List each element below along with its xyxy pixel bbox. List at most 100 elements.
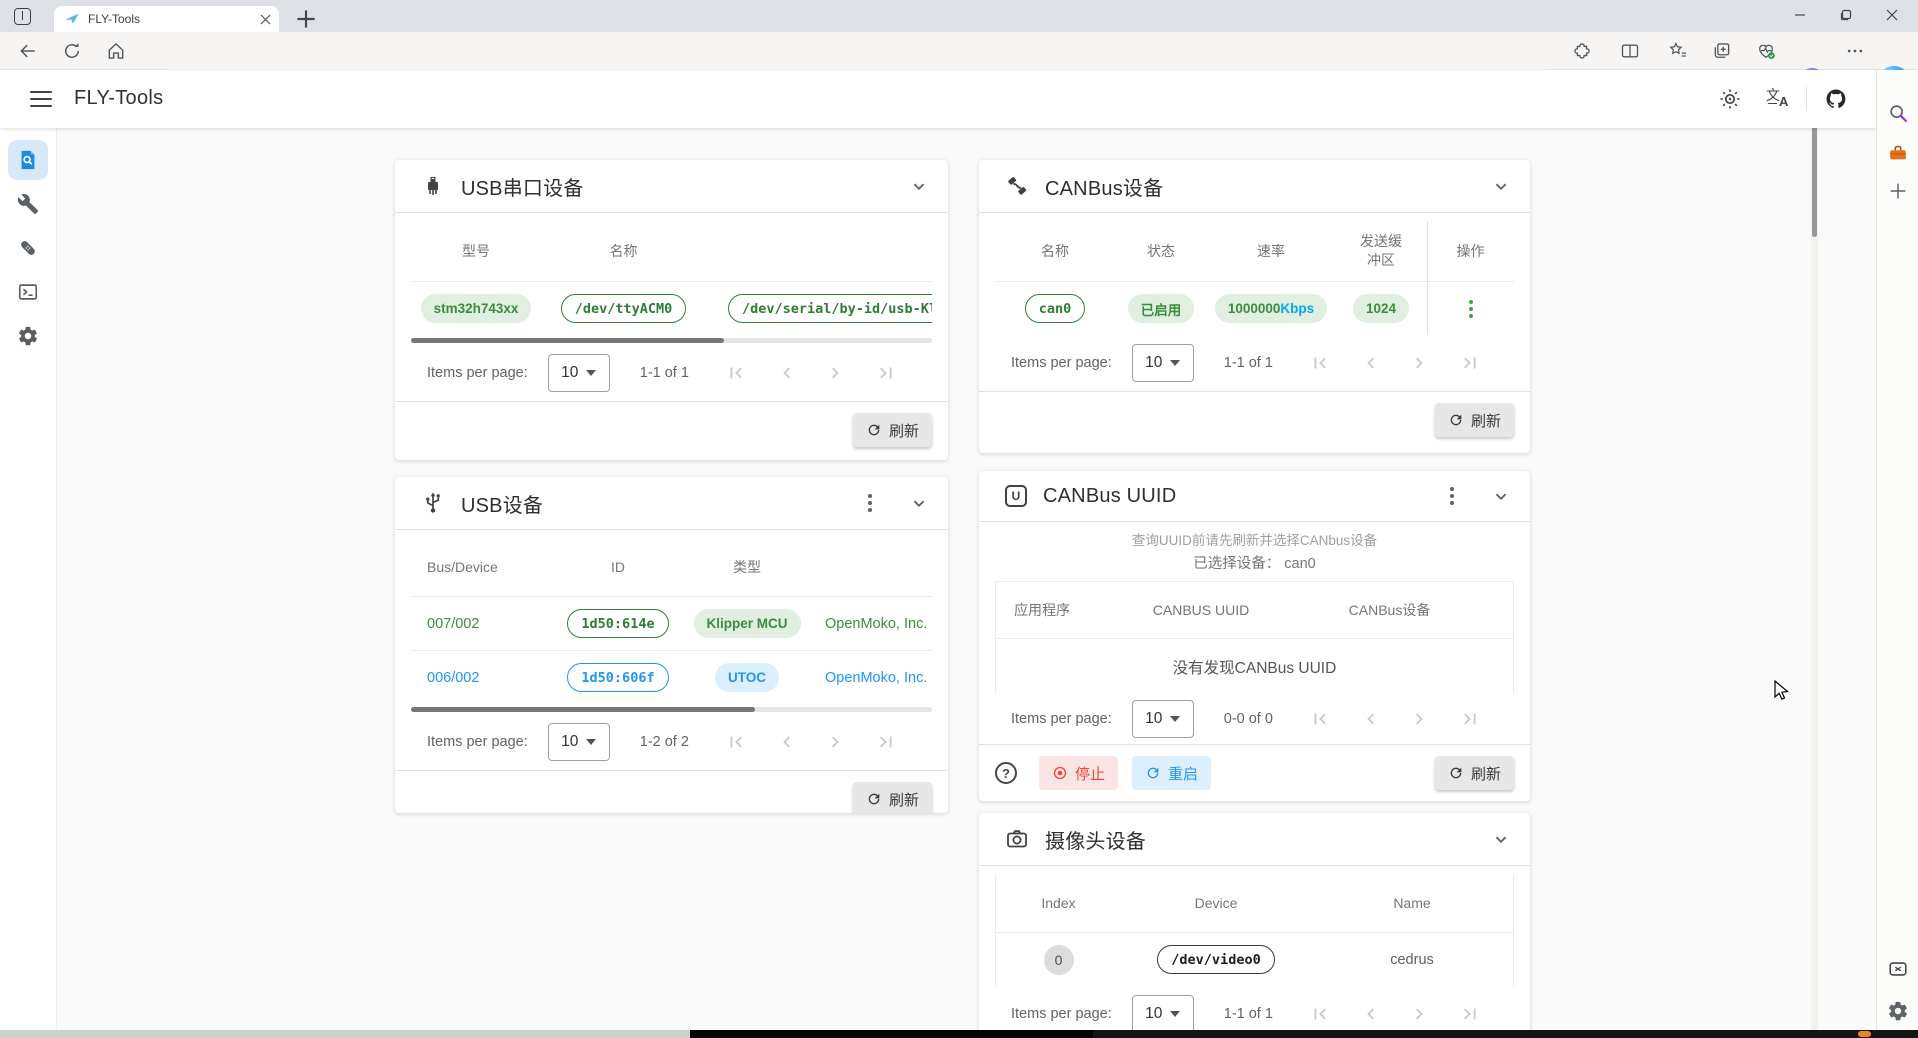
taskbar-notification-icon xyxy=(1858,1031,1871,1037)
back-icon[interactable] xyxy=(18,41,38,61)
rail-item-settings[interactable] xyxy=(8,316,48,356)
last-page-icon[interactable] xyxy=(1459,352,1481,374)
prev-page-icon[interactable] xyxy=(775,362,797,384)
rail-item-firmware[interactable] xyxy=(8,228,48,268)
next-page-icon[interactable] xyxy=(825,362,847,384)
card-kebab-icon[interactable] xyxy=(1440,484,1464,508)
prev-page-icon[interactable] xyxy=(1359,352,1381,374)
next-page-icon[interactable] xyxy=(1409,708,1431,730)
menu-icon[interactable] xyxy=(30,91,52,107)
theme-sun-icon[interactable] xyxy=(1718,87,1742,111)
rate-chip: 1000000Kbps xyxy=(1215,294,1327,323)
refresh-button[interactable]: 刷新 xyxy=(1435,403,1514,437)
card-kebab-icon[interactable] xyxy=(858,491,882,515)
items-per-page-label: Items per page: xyxy=(427,734,528,750)
browser-essentials-icon[interactable] xyxy=(1756,41,1776,61)
horizontal-scrollbar[interactable] xyxy=(411,338,932,343)
uuid-hint: 查询UUID前请先刷新并选择CANbus设备 xyxy=(979,529,1530,549)
next-page-icon[interactable] xyxy=(1409,352,1431,374)
page-size-select[interactable]: 10 xyxy=(1132,700,1194,738)
home-icon[interactable] xyxy=(106,41,126,61)
add-sidebar-icon[interactable] xyxy=(1887,180,1909,202)
first-page-icon[interactable] xyxy=(725,362,747,384)
reload-icon[interactable] xyxy=(62,41,82,61)
settings-more-icon[interactable] xyxy=(1845,41,1865,61)
card-title: USB串口设备 xyxy=(461,172,908,201)
rail-item-device-search[interactable] xyxy=(8,140,48,180)
vendor: OpenMoko, Inc. s xyxy=(807,616,932,632)
first-page-icon[interactable] xyxy=(1309,352,1331,374)
minimize-icon[interactable] xyxy=(1780,0,1820,30)
next-page-icon[interactable] xyxy=(1409,1003,1431,1025)
maximize-icon[interactable] xyxy=(1826,0,1866,30)
card-usb-serial-header[interactable]: USB串口设备 xyxy=(395,160,948,212)
page-size-select[interactable]: 10 xyxy=(548,354,610,392)
first-page-icon[interactable] xyxy=(1309,708,1331,730)
card-canbus-header[interactable]: CANBus设备 xyxy=(979,160,1530,212)
rail-item-tools[interactable] xyxy=(8,184,48,224)
restart-button[interactable]: 重启 xyxy=(1132,756,1211,790)
refresh-button[interactable]: 刷新 xyxy=(853,413,932,447)
horizontal-scrollbar[interactable] xyxy=(411,707,932,712)
items-per-page-label: Items per page: xyxy=(427,365,528,381)
row-actions-kebab-icon[interactable] xyxy=(1459,297,1483,321)
app-title: FLY-Tools xyxy=(74,87,163,110)
can-name-chip: can0 xyxy=(1025,294,1086,323)
last-page-icon[interactable] xyxy=(875,731,897,753)
rail-item-terminal[interactable] xyxy=(8,272,48,312)
card-camera-header[interactable]: 摄像头设备 xyxy=(979,813,1530,865)
help-icon[interactable]: ? xyxy=(995,762,1017,784)
page-size-select[interactable]: 10 xyxy=(1132,344,1194,382)
close-window-icon[interactable] xyxy=(1872,0,1912,30)
prev-page-icon[interactable] xyxy=(1359,708,1381,730)
new-tab-icon[interactable] xyxy=(296,9,316,29)
camera-icon xyxy=(1005,827,1029,851)
browser-tab[interactable]: FLY-Tools xyxy=(54,6,279,32)
chevron-down-icon[interactable] xyxy=(908,175,930,197)
toolbox-icon[interactable] xyxy=(1887,142,1909,164)
github-icon[interactable] xyxy=(1824,87,1848,111)
page-range: 1-1 of 1 xyxy=(1224,355,1273,371)
prev-page-icon[interactable] xyxy=(1359,1003,1381,1025)
close-tab-icon[interactable] xyxy=(260,14,271,25)
selected-device: 已选择设备： can0 xyxy=(979,552,1530,573)
chevron-down-icon[interactable] xyxy=(1490,828,1512,850)
canbus-cable-icon xyxy=(1005,174,1029,198)
next-page-icon[interactable] xyxy=(825,731,847,753)
col-rate: 速率 xyxy=(1207,241,1335,261)
card-canbus-uuid-header[interactable]: U CANBus UUID xyxy=(979,471,1530,521)
wrench-icon xyxy=(17,193,39,215)
card-usb-header[interactable]: USB设备 xyxy=(395,477,948,529)
last-page-icon[interactable] xyxy=(1459,1003,1481,1025)
page-size-select[interactable]: 10 xyxy=(1132,995,1194,1030)
first-page-icon[interactable] xyxy=(725,731,747,753)
page-size-select[interactable]: 10 xyxy=(548,723,610,761)
last-page-icon[interactable] xyxy=(875,362,897,384)
chevron-down-icon[interactable] xyxy=(908,492,930,514)
refresh-button[interactable]: 刷新 xyxy=(1435,756,1514,790)
translate-icon[interactable]: 文 A xyxy=(1766,87,1794,111)
collections-icon[interactable] xyxy=(1712,41,1732,61)
screenshot-tool-icon[interactable] xyxy=(1887,958,1909,980)
tab-actions-icon[interactable] xyxy=(14,8,31,25)
refresh-label: 刷新 xyxy=(889,789,919,810)
split-screen-icon[interactable] xyxy=(1620,41,1640,61)
stop-button[interactable]: 停止 xyxy=(1039,756,1118,790)
favorites-icon[interactable] xyxy=(1668,41,1688,61)
extensions-icon[interactable] xyxy=(1572,41,1592,61)
sidebar-search-icon[interactable] xyxy=(1887,102,1909,124)
sidebar-settings-icon[interactable] xyxy=(1887,1000,1909,1022)
app-header: FLY-Tools 文 A xyxy=(0,70,1876,128)
col-device: CANBus设备 xyxy=(1266,600,1513,620)
card-footer: 刷新 xyxy=(979,391,1530,448)
last-page-icon[interactable] xyxy=(1459,708,1481,730)
first-page-icon[interactable] xyxy=(1309,1003,1331,1025)
refresh-icon xyxy=(1448,412,1464,428)
refresh-button[interactable]: 刷新 xyxy=(853,782,932,813)
chevron-down-icon[interactable] xyxy=(1490,175,1512,197)
prev-page-icon[interactable] xyxy=(775,731,797,753)
header-divider xyxy=(1806,87,1807,111)
page-scrollbar[interactable] xyxy=(1811,70,1818,1030)
col-uuid: CANBUS UUID xyxy=(1136,602,1266,618)
chevron-down-icon[interactable] xyxy=(1490,485,1512,507)
